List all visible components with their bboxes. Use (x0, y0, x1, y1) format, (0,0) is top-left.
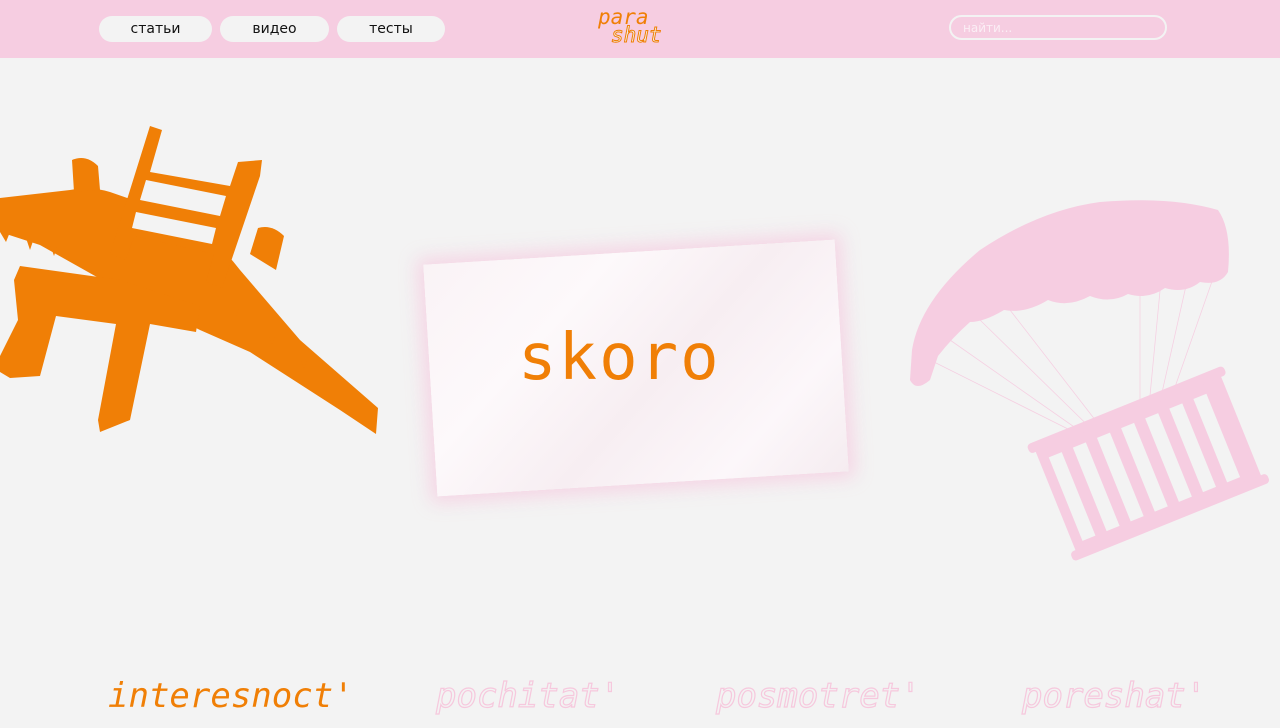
nav-video-button[interactable]: видео (220, 16, 329, 42)
plane-chair-illustration (0, 126, 378, 434)
parachute-radiator-illustration (910, 200, 1269, 561)
nav-read[interactable]: pochitat' (435, 672, 620, 720)
top-bar: статьи видео тесты para shut (0, 0, 1280, 58)
nav-solve[interactable]: poreshat' (1021, 672, 1206, 720)
nav-articles-button[interactable]: статьи (99, 16, 212, 42)
logo-line2: shut (611, 23, 663, 47)
site-logo[interactable]: para shut (598, 6, 678, 50)
headline-skoro: skoro (518, 321, 721, 395)
nav-watch[interactable]: posmotret' (715, 672, 921, 720)
nav-interest[interactable]: interesnoct' (108, 672, 354, 720)
nav-tests-button[interactable]: тесты (337, 16, 445, 42)
search-input[interactable] (949, 15, 1167, 40)
